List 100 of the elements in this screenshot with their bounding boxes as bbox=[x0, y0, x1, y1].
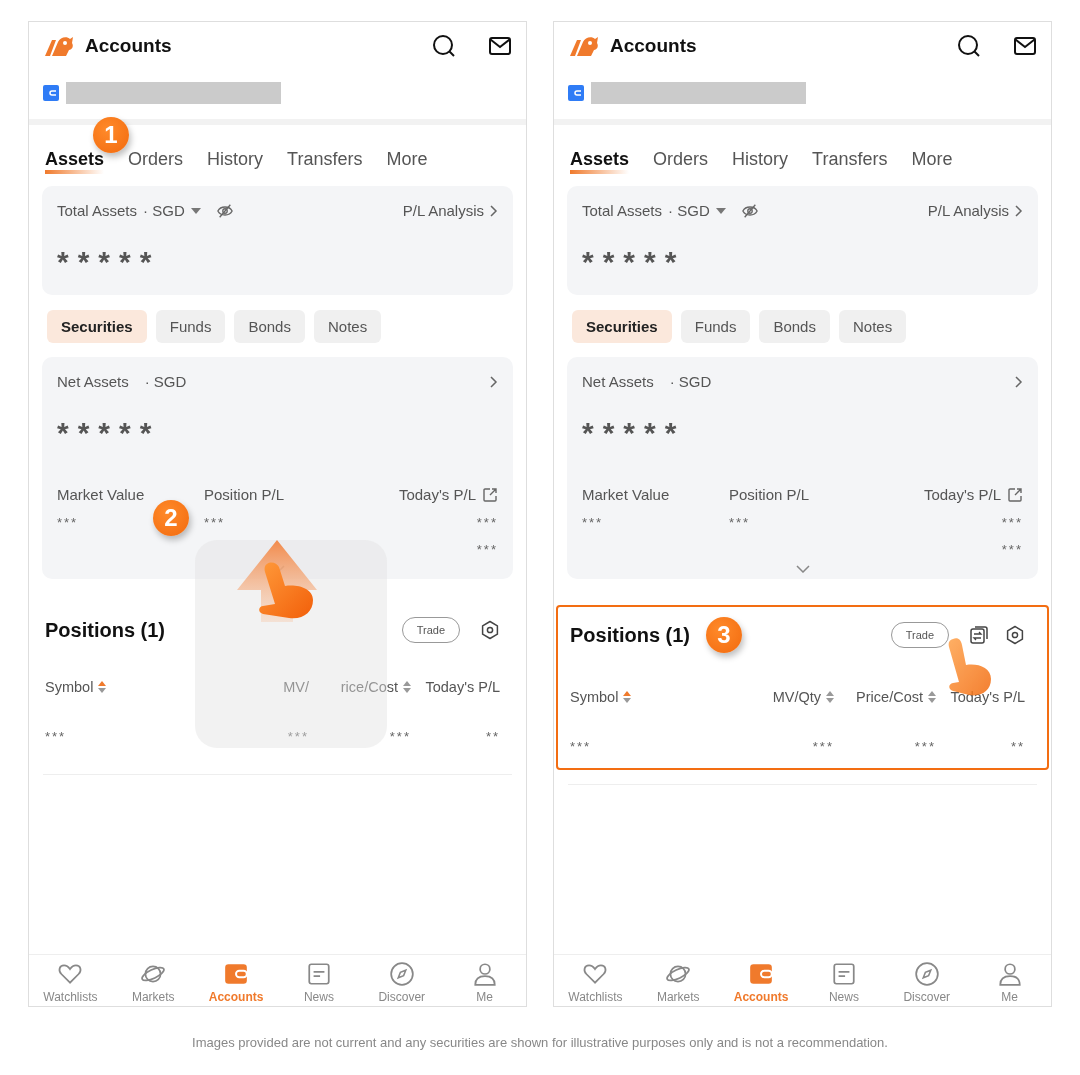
tab[interactable]: Orders bbox=[128, 149, 184, 174]
step-badge: 3 bbox=[706, 617, 742, 653]
total-assets-label: Total Assets bbox=[582, 202, 663, 219]
net-assets-label: Net Assets bbox=[582, 373, 654, 390]
chevron-right-icon[interactable] bbox=[490, 204, 498, 217]
sort-icon[interactable] bbox=[623, 691, 632, 703]
compass-icon bbox=[913, 961, 940, 987]
column-header[interactable]: Today's P/L bbox=[425, 679, 500, 695]
tab[interactable]: Transfers bbox=[812, 149, 888, 174]
nav-item[interactable]: Discover bbox=[361, 961, 442, 1004]
sort-icon[interactable] bbox=[98, 681, 107, 693]
wallet-icon bbox=[568, 85, 584, 101]
swap-icon[interactable] bbox=[969, 625, 989, 645]
tab[interactable]: Assets bbox=[45, 149, 105, 174]
trade-button[interactable]: Trade bbox=[401, 617, 460, 643]
category-chip[interactable]: Bonds bbox=[759, 310, 830, 343]
nav-item[interactable]: Watchlists bbox=[30, 961, 111, 1004]
nav-item[interactable]: Me bbox=[444, 961, 525, 1004]
metric-label: Position P/L bbox=[204, 486, 285, 503]
search-icon[interactable] bbox=[957, 34, 981, 58]
tab[interactable]: History bbox=[732, 149, 789, 174]
metric-value: *** bbox=[729, 515, 751, 530]
tab[interactable]: More bbox=[386, 149, 428, 174]
sort-icon[interactable] bbox=[826, 691, 834, 703]
nav-item[interactable]: Discover bbox=[886, 961, 967, 1004]
settings-icon[interactable] bbox=[480, 620, 500, 640]
document-icon bbox=[830, 961, 857, 987]
person-icon bbox=[471, 961, 498, 987]
document-icon bbox=[305, 961, 332, 987]
share-icon[interactable] bbox=[482, 486, 498, 503]
app-title: Accounts bbox=[610, 35, 697, 57]
table-cell: *** bbox=[812, 739, 834, 754]
category-chip[interactable]: Funds bbox=[155, 310, 226, 343]
hidden-eye-icon[interactable] bbox=[216, 202, 233, 219]
compass-icon bbox=[388, 961, 415, 987]
column-header[interactable]: Symbol bbox=[45, 679, 94, 695]
table-cell: ** bbox=[1010, 739, 1025, 754]
share-icon[interactable] bbox=[1007, 486, 1023, 503]
chevron-right-icon[interactable] bbox=[1015, 204, 1023, 217]
hidden-amount: ***** bbox=[582, 247, 687, 277]
category-chip[interactable]: Funds bbox=[680, 310, 751, 343]
category-chip[interactable]: Securities bbox=[572, 310, 672, 343]
search-icon[interactable] bbox=[432, 34, 456, 58]
trade-button[interactable]: Trade bbox=[890, 622, 949, 648]
pl-analysis-link[interactable]: P/L Analysis bbox=[402, 202, 484, 219]
net-assets-label: Net Assets bbox=[57, 373, 129, 390]
chevron-down-icon[interactable] bbox=[795, 565, 810, 573]
step-badge: 1 bbox=[93, 117, 129, 153]
nav-item[interactable]: News bbox=[278, 961, 359, 1004]
dropdown-icon[interactable] bbox=[190, 207, 201, 214]
sort-icon[interactable] bbox=[928, 691, 936, 703]
pl-analysis-link[interactable]: P/L Analysis bbox=[927, 202, 1009, 219]
table-cell: *** bbox=[914, 739, 936, 754]
nav-item[interactable]: Markets bbox=[638, 961, 719, 1004]
disclaimer-text: Images provided are not current and any securities are shown for illustrative purposes only and is not a recommendation. bbox=[191, 1035, 889, 1050]
chevron-right-icon[interactable] bbox=[490, 375, 498, 388]
currency-label[interactable]: · SGD bbox=[668, 202, 710, 219]
tab[interactable]: Orders bbox=[653, 149, 709, 174]
metric-value: *** bbox=[476, 515, 498, 530]
metric-label: Position P/L bbox=[729, 486, 810, 503]
metric-label: Today's P/L bbox=[398, 486, 476, 503]
total-assets-label: Total Assets bbox=[57, 202, 138, 219]
category-chip[interactable]: Notes bbox=[313, 310, 382, 343]
category-chip[interactable]: Securities bbox=[47, 310, 147, 343]
tab[interactable]: History bbox=[207, 149, 264, 174]
column-header[interactable]: Symbol bbox=[570, 689, 619, 705]
nav-item[interactable]: Markets bbox=[113, 961, 194, 1004]
app-title: Accounts bbox=[85, 35, 172, 57]
chevron-right-icon[interactable] bbox=[1015, 375, 1023, 388]
currency-label: · SGD bbox=[144, 373, 187, 390]
column-header[interactable]: MV/Qty bbox=[772, 689, 821, 705]
sort-icon[interactable] bbox=[403, 681, 411, 693]
tab[interactable]: Assets bbox=[570, 149, 630, 174]
table-cell: ** bbox=[485, 729, 500, 744]
tab[interactable]: Transfers bbox=[287, 149, 363, 174]
logo-icon bbox=[43, 34, 75, 58]
nav-item[interactable]: Me bbox=[969, 961, 1050, 1004]
person-icon bbox=[996, 961, 1023, 987]
category-chip[interactable]: Bonds bbox=[234, 310, 305, 343]
nav-item[interactable]: News bbox=[803, 961, 884, 1004]
settings-icon[interactable] bbox=[1005, 625, 1025, 645]
category-chip[interactable]: Notes bbox=[838, 310, 907, 343]
metric-value: *** bbox=[57, 515, 79, 530]
hidden-amount: ***** bbox=[582, 418, 687, 448]
mail-icon[interactable] bbox=[488, 34, 512, 58]
tab[interactable]: More bbox=[911, 149, 953, 174]
dropdown-icon[interactable] bbox=[715, 207, 726, 214]
positions-title: Positions (1) bbox=[45, 618, 165, 642]
hidden-amount: ***** bbox=[57, 418, 162, 448]
hidden-amount: ***** bbox=[57, 247, 162, 277]
wallet-icon bbox=[223, 961, 250, 987]
nav-item[interactable]: Watchlists bbox=[555, 961, 636, 1004]
column-header[interactable]: Price/Cost bbox=[856, 689, 923, 705]
metric-label: Market Value bbox=[57, 486, 145, 503]
column-header[interactable]: Today's P/L bbox=[950, 689, 1025, 705]
currency-label[interactable]: · SGD bbox=[143, 202, 185, 219]
metric-label: Market Value bbox=[582, 486, 670, 503]
wallet-icon bbox=[748, 961, 775, 987]
mail-icon[interactable] bbox=[1013, 34, 1037, 58]
hidden-eye-icon[interactable] bbox=[741, 202, 758, 219]
